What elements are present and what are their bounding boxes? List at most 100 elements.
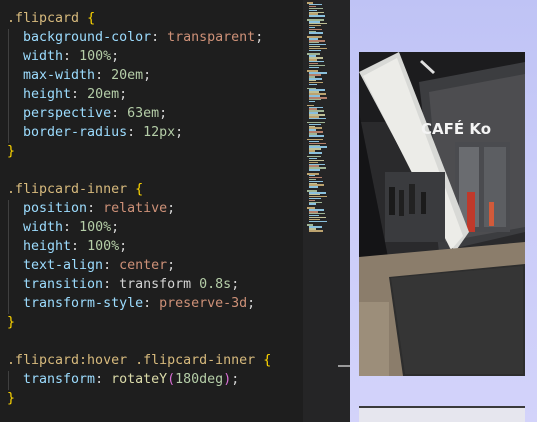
code-token: : — [87, 201, 104, 216]
code-token: height — [7, 239, 72, 254]
code-token: ; — [143, 68, 152, 83]
code-token: center — [119, 258, 168, 273]
minimap-line — [309, 230, 323, 232]
scrollbar-thumb[interactable] — [338, 365, 350, 367]
code-token: perspective — [7, 106, 112, 121]
code-token: : — [111, 106, 128, 121]
code-token: { — [263, 353, 272, 368]
code-token: width — [7, 220, 64, 235]
minimap-line — [309, 135, 324, 137]
code-token: : — [71, 239, 88, 254]
code-line: .flipcard-inner { — [7, 180, 143, 199]
code-token: : — [63, 49, 80, 64]
code-token: 180deg — [175, 372, 224, 387]
code-editor[interactable]: .flipcard { background-color: transparen… — [0, 0, 303, 422]
code-line: .flipcard { — [7, 9, 95, 28]
code-token: : — [63, 220, 80, 235]
code-token: ; — [255, 30, 264, 45]
code-token: max-width — [7, 68, 96, 83]
code-token: ; — [231, 277, 240, 292]
code-token: width — [7, 49, 64, 64]
code-token: 100% — [79, 220, 112, 235]
code-token: preserve-3d — [159, 296, 248, 311]
code-token: 100% — [79, 49, 112, 64]
minimap[interactable] — [303, 0, 350, 422]
code-token: 20em — [87, 87, 120, 102]
code-token: ( — [167, 372, 176, 387]
code-token: ; — [167, 258, 176, 273]
code-token: 100% — [87, 239, 120, 254]
minimap-line — [309, 169, 320, 171]
code-token: ; — [231, 372, 240, 387]
code-line: max-width: 20em; — [7, 66, 151, 85]
code-token: ; — [111, 220, 120, 235]
code-line: } — [7, 389, 15, 408]
code-token: : — [127, 125, 144, 140]
code-token: background-color — [7, 30, 152, 45]
code-token: height — [7, 87, 72, 102]
code-line: height: 20em; — [7, 85, 127, 104]
code-token: ; — [247, 296, 256, 311]
code-token: : — [103, 277, 120, 292]
code-token: border-radius — [7, 125, 128, 140]
cafe-sign-text: CAFÉ Ko — [421, 119, 491, 138]
code-line: width: 100%; — [7, 47, 119, 66]
code-token: ; — [119, 87, 128, 102]
code-line: transform: rotateY(180deg); — [7, 370, 239, 389]
code-token: transform — [7, 372, 96, 387]
code-line: position: relative; — [7, 199, 175, 218]
code-token: 0.8s — [199, 277, 232, 292]
code-token: ; — [119, 239, 128, 254]
code-token: ; — [175, 125, 184, 140]
code-token: { — [87, 11, 96, 26]
code-token: { — [135, 182, 144, 197]
code-token: .flipcard:hover .flipcard-inner — [7, 353, 256, 368]
code-token: : — [151, 30, 168, 45]
code-token: } — [7, 144, 16, 159]
code-token: ) — [223, 372, 232, 387]
code-token: : — [143, 296, 160, 311]
code-token: } — [7, 391, 16, 406]
code-token: text-align — [7, 258, 104, 273]
code-line: } — [7, 313, 15, 332]
minimap-line — [309, 66, 319, 69]
code-token: relative — [103, 201, 168, 216]
code-line: background-color: transparent; — [7, 28, 263, 47]
minimap-line — [309, 15, 325, 17]
code-line: transition: transform 0.8s; — [7, 275, 239, 294]
code-token: .flipcard — [7, 11, 80, 26]
code-token: 12px — [143, 125, 176, 140]
code-token: 63em — [127, 106, 160, 121]
code-line: } — [7, 142, 15, 161]
minimap-line — [309, 100, 315, 103]
minimap-line — [309, 83, 317, 86]
code-token: ; — [111, 49, 120, 64]
minimap-line — [309, 186, 318, 188]
code-line: width: 100%; — [7, 218, 119, 237]
code-token: ; — [167, 201, 176, 216]
code-line: transform-style: preserve-3d; — [7, 294, 255, 313]
code-token: ; — [159, 106, 168, 121]
minimap-line — [309, 203, 316, 205]
code-token: rotateY — [111, 372, 168, 387]
next-card-preview[interactable] — [359, 406, 525, 422]
cafe-entrance-photo: CAFÉ Ko — [359, 52, 525, 376]
code-token: 20em — [111, 68, 144, 83]
code-token: position — [7, 201, 88, 216]
code-token: : — [71, 87, 88, 102]
code-token: .flipcard-inner — [7, 182, 128, 197]
code-line: perspective: 63em; — [7, 104, 167, 123]
code-token: : — [95, 68, 112, 83]
code-line: .flipcard:hover .flipcard-inner { — [7, 351, 271, 370]
code-token: transition — [7, 277, 104, 292]
code-token: } — [7, 315, 16, 330]
code-line: border-radius: 12px; — [7, 123, 183, 142]
code-token: : — [95, 372, 112, 387]
minimap-line — [309, 49, 321, 51]
flipcard-preview-image[interactable]: CAFÉ Ko — [359, 52, 525, 376]
code-token: transform — [119, 277, 200, 292]
minimap-line — [309, 117, 326, 120]
